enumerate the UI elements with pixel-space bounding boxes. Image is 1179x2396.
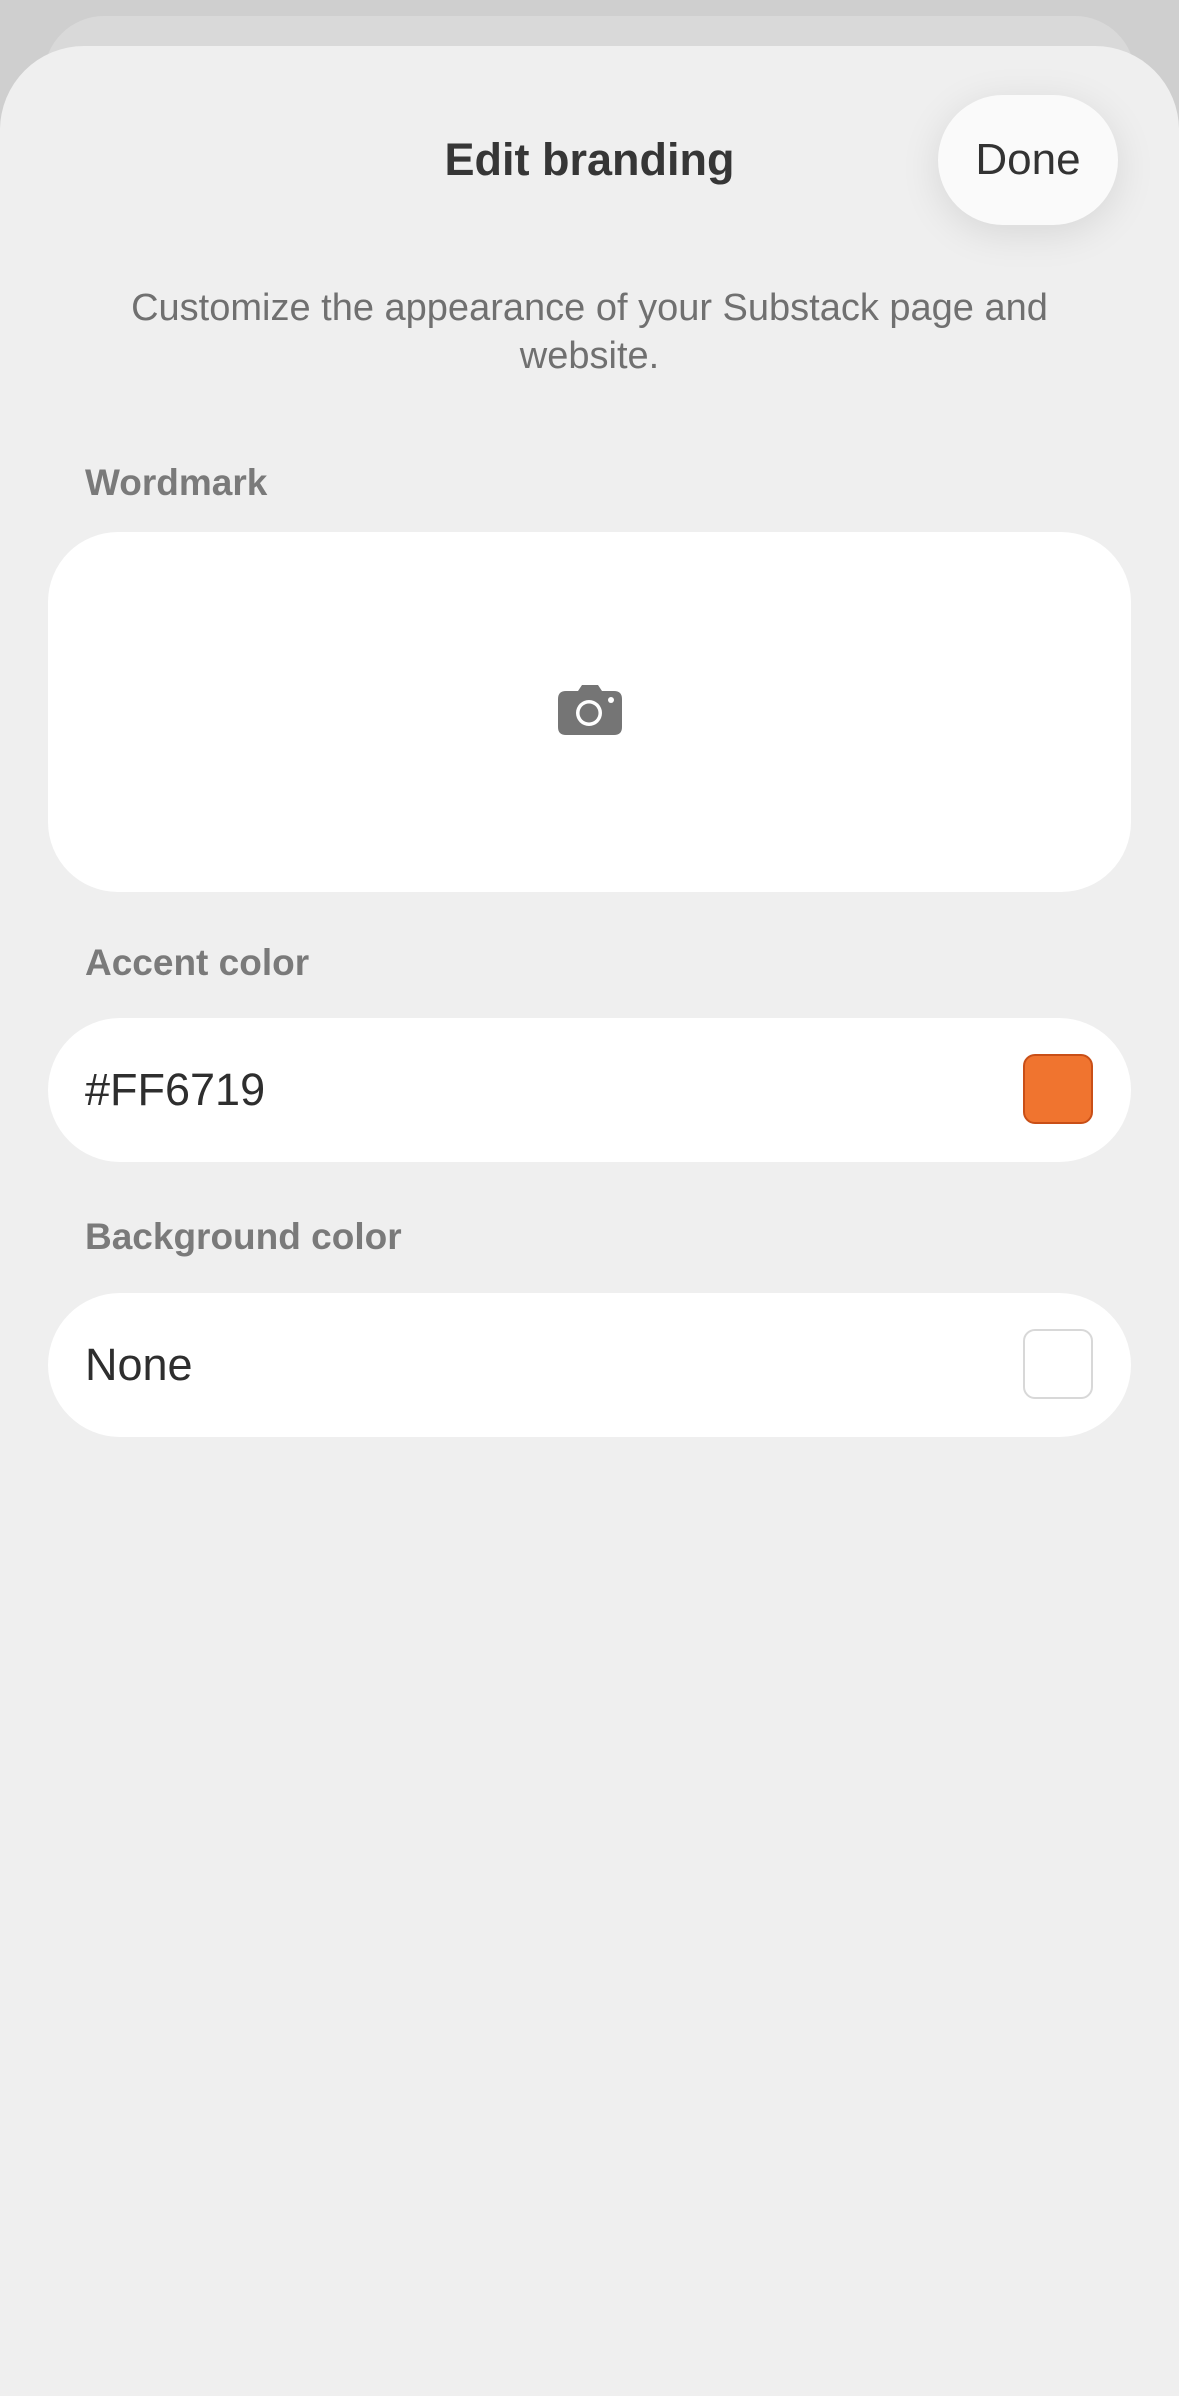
accent-color-field[interactable]: #FF6719 [48, 1018, 1131, 1162]
accent-color-swatch[interactable] [1023, 1054, 1093, 1124]
background-color-label: Background color [85, 1216, 402, 1257]
accent-color-label: Accent color [85, 942, 310, 983]
background-color-swatch[interactable] [1023, 1329, 1093, 1399]
done-button[interactable]: Done [938, 95, 1118, 225]
camera-icon [557, 684, 622, 740]
edit-branding-sheet: Edit branding Done Customize the appeara… [0, 46, 1179, 2396]
wordmark-upload[interactable] [48, 532, 1131, 892]
background-color-value: None [85, 1339, 193, 1390]
accent-color-value: #FF6719 [85, 1064, 266, 1115]
page-description: Customize the appearance of your Substac… [131, 287, 1048, 377]
background-color-field[interactable]: None [48, 1293, 1131, 1437]
wordmark-label: Wordmark [85, 462, 268, 503]
